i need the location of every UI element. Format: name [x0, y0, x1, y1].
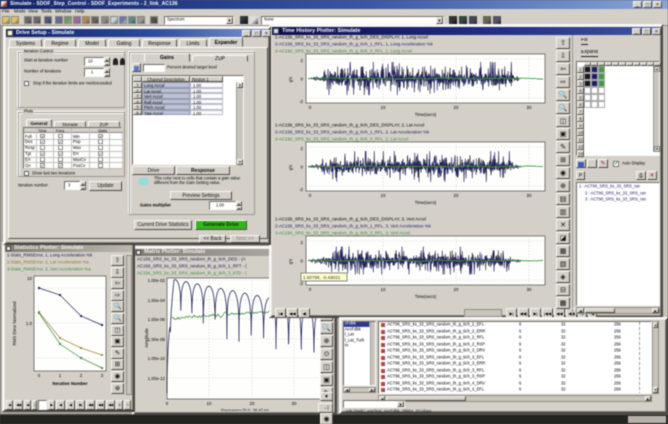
svg-text:20: 20 [250, 401, 255, 406]
svg-text:10: 10 [381, 287, 386, 292]
svg-text:20: 20 [454, 287, 459, 292]
svg-text:2: 2 [301, 58, 304, 63]
svg-text:Time(secs): Time(secs) [415, 294, 437, 299]
svg-text:-2: -2 [299, 187, 303, 192]
svg-text:30: 30 [527, 193, 532, 198]
svg-text:1.00e-04: 1.00e-04 [148, 298, 166, 303]
svg-text:0: 0 [166, 401, 169, 406]
svg-text:2: 2 [301, 146, 304, 151]
svg-text:0: 0 [301, 259, 304, 264]
svg-text:2: 2 [301, 240, 304, 245]
svg-text:g's: g's [288, 164, 293, 170]
svg-text:30: 30 [527, 105, 532, 110]
svg-text:1.00e-06: 1.00e-06 [148, 317, 166, 322]
svg-text:0: 0 [38, 373, 41, 378]
svg-text:1.00e-10: 1.00e-10 [148, 356, 166, 361]
svg-text:0: 0 [309, 193, 312, 198]
svg-text:30: 30 [527, 287, 532, 292]
svg-text:0: 0 [309, 105, 312, 110]
svg-text:30: 30 [292, 401, 297, 406]
svg-text:1.00e-08: 1.00e-08 [148, 337, 166, 342]
svg-text:1.00e-02: 1.00e-02 [148, 278, 166, 283]
svg-text:Iteration Number: Iteration Number [52, 381, 87, 386]
svg-text:g's: g's [288, 76, 293, 82]
svg-text:Time(secs): Time(secs) [415, 200, 437, 205]
svg-text:Frequency [0 0, 36.6] Hz: Frequency [0 0, 36.6] Hz [221, 408, 269, 411]
svg-text:0: 0 [309, 287, 312, 292]
svg-text:1: 1 [59, 373, 62, 378]
svg-text:0: 0 [301, 165, 304, 170]
svg-text:1.00e-12: 1.00e-12 [148, 376, 166, 381]
svg-text:g's: g's [288, 258, 293, 264]
svg-text:20: 20 [454, 193, 459, 198]
svg-text:20: 20 [454, 105, 459, 110]
svg-text:0: 0 [301, 77, 304, 82]
svg-text:1.60796, -0.49031: 1.60796, -0.49031 [303, 275, 341, 280]
svg-text:3: 3 [101, 373, 104, 378]
svg-text:Time(secs): Time(secs) [415, 112, 437, 117]
svg-text:10: 10 [381, 193, 386, 198]
svg-text:10: 10 [381, 105, 386, 110]
svg-text:2: 2 [80, 373, 83, 378]
svg-text:10: 10 [207, 401, 212, 406]
svg-text:-2: -2 [299, 99, 303, 104]
svg-text:1.0: 1.0 [26, 321, 33, 326]
svg-text:Amplitude: Amplitude [144, 328, 149, 348]
svg-text:RMS Error Normalized: RMS Error Normalized [12, 301, 17, 346]
svg-text:-2: -2 [299, 281, 303, 286]
svg-text:10: 10 [27, 276, 32, 281]
